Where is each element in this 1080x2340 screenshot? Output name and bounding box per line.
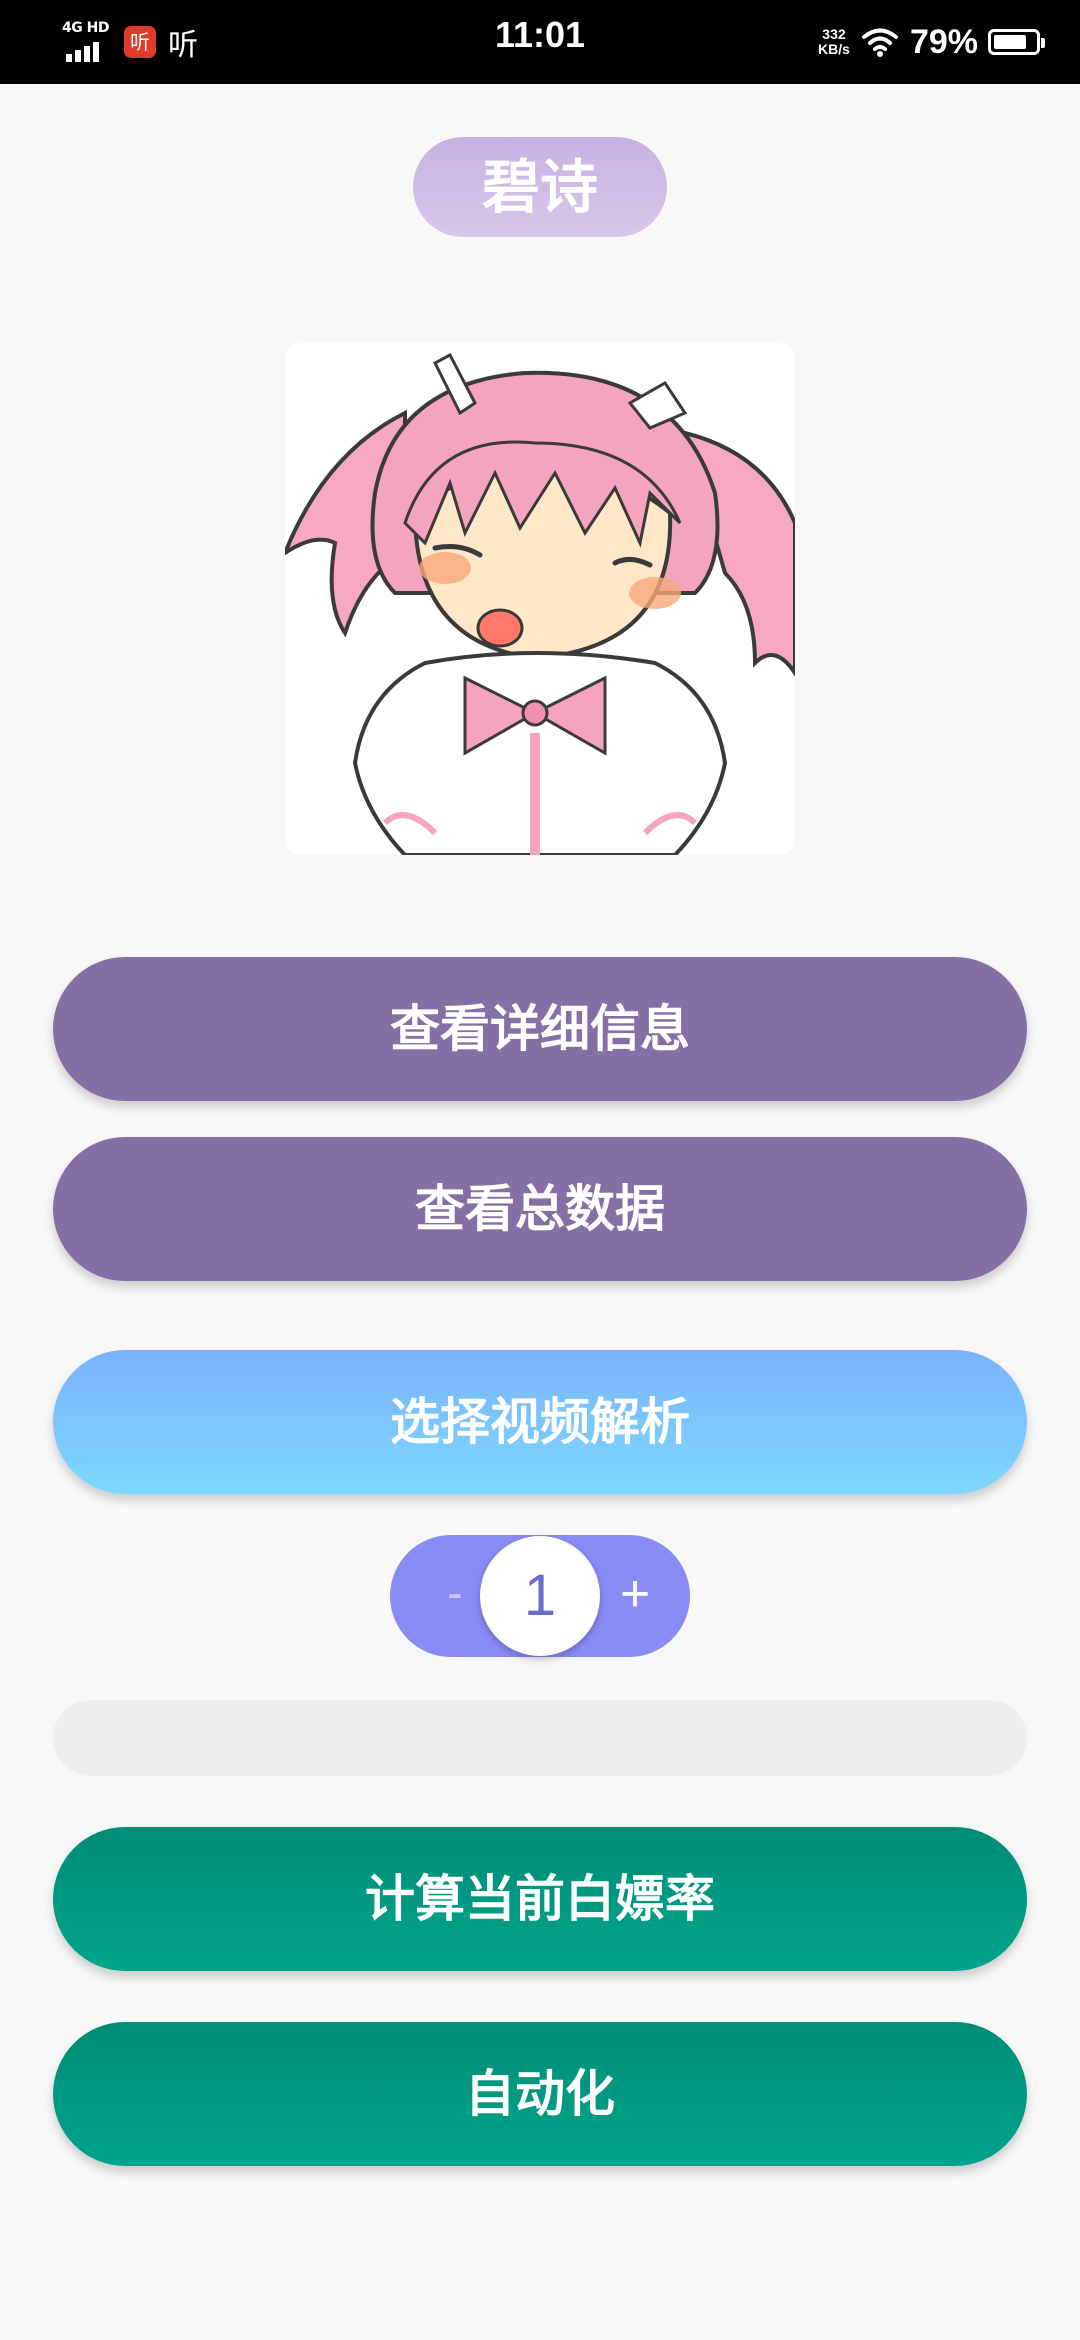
network-speed: 332 KB/s — [818, 27, 850, 57]
status-bar: 4G HD 听 听 11:01 332 KB/s 79% — [0, 0, 1080, 84]
quantity-stepper[interactable]: - 1 + — [390, 1535, 690, 1657]
select-video-parse-button[interactable]: 选择视频解析 — [53, 1350, 1027, 1494]
chibi-character-image — [285, 343, 795, 855]
increment-button[interactable]: + — [608, 1535, 662, 1657]
avatar — [285, 343, 795, 855]
calculate-rate-button[interactable]: 计算当前白嫖率 — [53, 1827, 1027, 1971]
decrement-button[interactable]: - — [430, 1535, 480, 1657]
battery-level — [994, 35, 1026, 49]
network-speed-value: 332 — [822, 26, 846, 42]
view-totals-button[interactable]: 查看总数据 — [53, 1137, 1027, 1281]
battery-percent: 79% — [909, 22, 978, 61]
view-details-button[interactable]: 查看详细信息 — [53, 957, 1027, 1101]
automation-button[interactable]: 自动化 — [53, 2022, 1027, 2166]
battery-icon — [988, 29, 1045, 55]
page-title: 碧诗 — [413, 137, 667, 237]
progress-bar — [53, 1700, 1027, 1776]
status-right: 332 KB/s 79% — [818, 18, 1045, 66]
wifi-icon — [861, 28, 898, 57]
network-speed-unit: KB/s — [818, 41, 850, 57]
stepper-value[interactable]: 1 — [480, 1536, 600, 1656]
